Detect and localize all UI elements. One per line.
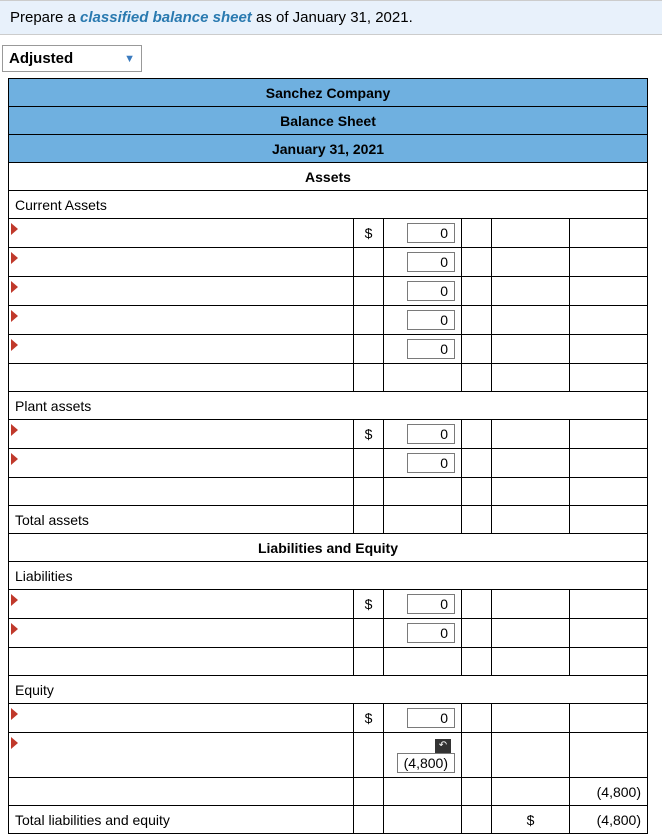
table-row: 0 [9,619,648,648]
account-select[interactable] [9,420,354,449]
account-select[interactable] [9,733,354,778]
current-assets-label: Current Assets [9,191,648,219]
report-title: Balance Sheet [9,107,648,135]
table-row: $ 0 [9,590,648,619]
grand-total-value: (4,800) [570,806,648,834]
account-select[interactable] [9,619,354,648]
amount-cell[interactable]: 0 [384,248,462,277]
assets-header: Assets [9,163,648,191]
account-select[interactable] [9,335,354,364]
amount-cell[interactable]: 0 [384,449,462,478]
total-liab-eq-label: Total liabilities and equity [9,806,354,834]
report-date: January 31, 2021 [9,135,648,163]
undo-icon[interactable]: ↶ [435,739,451,753]
amount-cell[interactable]: ↶(4,800) [384,733,462,778]
grand-total-row: Total liabilities and equity $ (4,800) [9,806,648,834]
equity-subtotal: (4,800) [570,778,648,806]
account-select[interactable] [9,306,354,335]
grand-total-currency: $ [492,806,570,834]
liabilities-label: Liabilities [9,562,648,590]
instruction-prefix: Prepare a [10,9,80,26]
subtotal-row [9,364,648,392]
currency-cell: $ [354,219,384,248]
equity-label: Equity [9,676,648,704]
table-row: 0 [9,248,648,277]
amount-cell[interactable]: 0 [384,219,462,248]
instruction-bar: Prepare a classified balance sheet as of… [0,0,662,35]
account-select[interactable] [9,277,354,306]
equity-subtotal-row: (4,800) [9,778,648,806]
table-row: 0 [9,449,648,478]
account-select[interactable] [9,590,354,619]
subtotal-row [9,648,648,676]
table-row: 0 [9,306,648,335]
account-select[interactable] [9,704,354,733]
table-row: $ 0 [9,219,648,248]
plant-assets-label: Plant assets [9,392,648,420]
chevron-down-icon: ▼ [124,53,135,65]
table-row: 0 [9,335,648,364]
table-row: 0 [9,277,648,306]
account-select[interactable] [9,449,354,478]
total-assets-label: Total assets [9,506,354,534]
view-dropdown[interactable]: Adjusted ▼ [2,45,142,72]
total-assets-row: Total assets [9,506,648,534]
subtotal-row [9,478,648,506]
amount-cell[interactable]: 0 [384,335,462,364]
amount-cell[interactable]: 0 [384,590,462,619]
amount-cell[interactable]: 0 [384,277,462,306]
instruction-emph: classified balance sheet [80,9,252,26]
table-row: ↶(4,800) [9,733,648,778]
table-row: $ 0 [9,420,648,449]
amount-cell[interactable]: 0 [384,306,462,335]
account-select[interactable] [9,219,354,248]
company-title: Sanchez Company [9,79,648,107]
amount-cell[interactable]: 0 [384,619,462,648]
account-select[interactable] [9,248,354,277]
instruction-suffix: as of January 31, 2021. [252,9,413,26]
amount-cell[interactable]: 0 [384,420,462,449]
liab-eq-header: Liabilities and Equity [9,534,648,562]
amount-cell[interactable]: 0 [384,704,462,733]
balance-sheet-table: Sanchez Company Balance Sheet January 31… [8,78,648,834]
table-row: $ 0 [9,704,648,733]
dropdown-label: Adjusted [9,50,73,67]
